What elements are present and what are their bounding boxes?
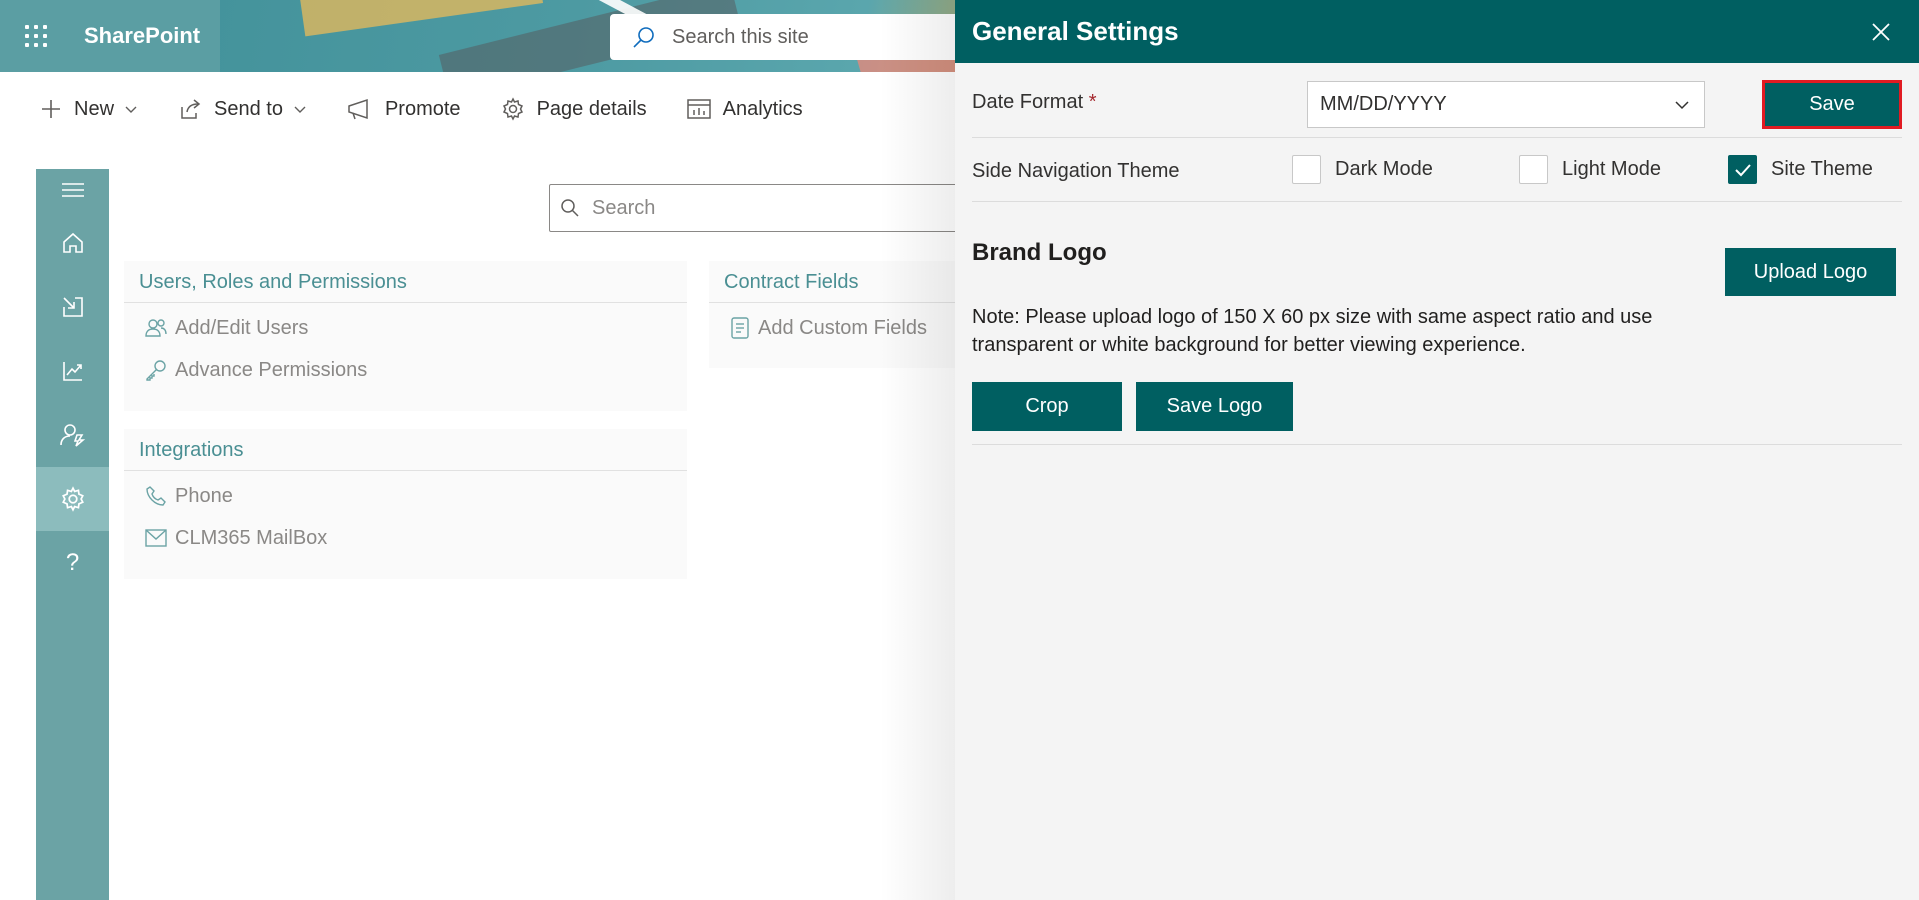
- waffle-icon: [25, 25, 47, 47]
- people-icon: [145, 319, 167, 337]
- side-navigation: ?: [36, 169, 109, 900]
- share-icon: [181, 99, 201, 119]
- checkmark-icon: [1734, 163, 1751, 176]
- brand-logo-title: Brand Logo: [972, 239, 1107, 266]
- light-mode-option[interactable]: Light Mode: [1519, 155, 1661, 184]
- rail-reports-button[interactable]: [36, 339, 109, 403]
- analytics-label: Analytics: [722, 97, 803, 120]
- rail-home-button[interactable]: [36, 211, 109, 275]
- save-button[interactable]: Save: [1762, 80, 1902, 129]
- panel-header: General Settings: [955, 0, 1919, 63]
- panel-shadow: [880, 0, 955, 900]
- save-logo-button[interactable]: Save Logo: [1136, 382, 1293, 431]
- brand-logo-note: Note: Please upload logo of 150 X 60 px …: [972, 306, 1653, 356]
- import-icon: [62, 297, 83, 317]
- date-format-value: MM/DD/YYYY: [1320, 93, 1447, 115]
- promote-label: Promote: [384, 97, 461, 120]
- date-format-dropdown[interactable]: MM/DD/YYYY: [1307, 81, 1705, 128]
- rail-settings-button[interactable]: [36, 467, 109, 531]
- panel-title: General Settings: [972, 16, 1179, 46]
- promote-button[interactable]: Promote: [347, 98, 461, 121]
- mail-icon: [145, 529, 167, 547]
- date-format-row: Date Format * MM/DD/YYYY Save: [972, 63, 1902, 138]
- site-theme-option[interactable]: Site Theme: [1728, 155, 1873, 184]
- new-label: New: [74, 97, 115, 120]
- chevron-down-icon: [125, 106, 137, 113]
- light-mode-label: Light Mode: [1562, 158, 1661, 180]
- advance-permissions-link[interactable]: Advance Permissions: [124, 349, 687, 391]
- dark-mode-option[interactable]: Dark Mode: [1292, 155, 1433, 184]
- phone-icon: [146, 486, 166, 506]
- card-users-roles: Users, Roles and Permissions Add/Edit Us…: [124, 261, 687, 411]
- upload-logo-button[interactable]: Upload Logo: [1725, 248, 1896, 296]
- new-button[interactable]: New: [40, 98, 138, 121]
- gear-icon: [502, 97, 523, 121]
- gear-icon: [61, 486, 84, 512]
- light-mode-checkbox[interactable]: [1519, 155, 1548, 184]
- search-icon: [561, 199, 579, 217]
- general-settings-panel: General Settings Date Format * MM/DD/YYY…: [955, 0, 1919, 900]
- site-theme-label: Site Theme: [1771, 158, 1873, 180]
- chevron-down-icon: [1675, 100, 1689, 109]
- dark-mode-checkbox[interactable]: [1292, 155, 1321, 184]
- hamburger-icon: [61, 183, 84, 197]
- site-theme-checkbox[interactable]: [1728, 155, 1757, 184]
- analytics-icon: [686, 99, 711, 119]
- page-details-label: Page details: [536, 97, 647, 120]
- card-title: Users, Roles and Permissions: [124, 261, 687, 303]
- send-to-button[interactable]: Send to: [178, 98, 307, 121]
- rail-help-button[interactable]: ?: [36, 531, 109, 595]
- app-launcher-button[interactable]: [0, 0, 72, 72]
- date-format-label: Date Format *: [972, 91, 1097, 113]
- list-item: Advance Permissions: [175, 358, 368, 381]
- brand-logo-section: Brand Logo Upload Logo Note: Please uplo…: [972, 202, 1902, 445]
- list-item: Add/Edit Users: [175, 316, 309, 339]
- close-button[interactable]: [1861, 12, 1901, 52]
- add-edit-users-link[interactable]: Add/Edit Users: [124, 307, 687, 349]
- send-to-label: Send to: [214, 97, 283, 120]
- key-icon: [146, 360, 166, 381]
- side-navigation-theme-row: Side Navigation Theme Dark Mode Light Mo…: [972, 138, 1902, 202]
- app-name[interactable]: SharePoint: [84, 23, 200, 49]
- list-item: Phone: [175, 484, 233, 507]
- theme-label: Side Navigation Theme: [972, 160, 1180, 182]
- dark-mode-label: Dark Mode: [1335, 158, 1433, 180]
- page-details-button[interactable]: Page details: [501, 97, 647, 121]
- megaphone-icon: [348, 98, 368, 120]
- chart-icon: [62, 362, 82, 381]
- help-icon: ?: [65, 549, 80, 576]
- rail-user-settings-button[interactable]: [36, 403, 109, 467]
- clm365-mailbox-link[interactable]: CLM365 MailBox: [124, 517, 687, 559]
- card-integrations: Integrations Phone CLM365 MailBox: [124, 429, 687, 579]
- required-mark: *: [1088, 91, 1097, 113]
- card-title: Integrations: [124, 429, 687, 471]
- rail-import-button[interactable]: [36, 275, 109, 339]
- phone-link[interactable]: Phone: [124, 475, 687, 517]
- home-icon: [62, 232, 83, 253]
- command-bar: New Send to Promote Page details Analyti…: [40, 86, 843, 132]
- close-icon: [1872, 22, 1890, 41]
- suite-brand: SharePoint: [0, 0, 220, 72]
- crop-button[interactable]: Crop: [972, 382, 1122, 431]
- search-icon: [633, 27, 654, 48]
- analytics-button[interactable]: Analytics: [686, 97, 803, 121]
- user-settings-icon: [59, 424, 85, 447]
- chevron-down-icon: [294, 106, 306, 113]
- form-icon: [731, 317, 749, 339]
- list-item: CLM365 MailBox: [175, 526, 328, 549]
- rail-menu-button[interactable]: [36, 169, 109, 211]
- app-root: SharePoint New Send to Promote Page deta…: [0, 0, 1919, 900]
- plus-icon: [42, 100, 60, 118]
